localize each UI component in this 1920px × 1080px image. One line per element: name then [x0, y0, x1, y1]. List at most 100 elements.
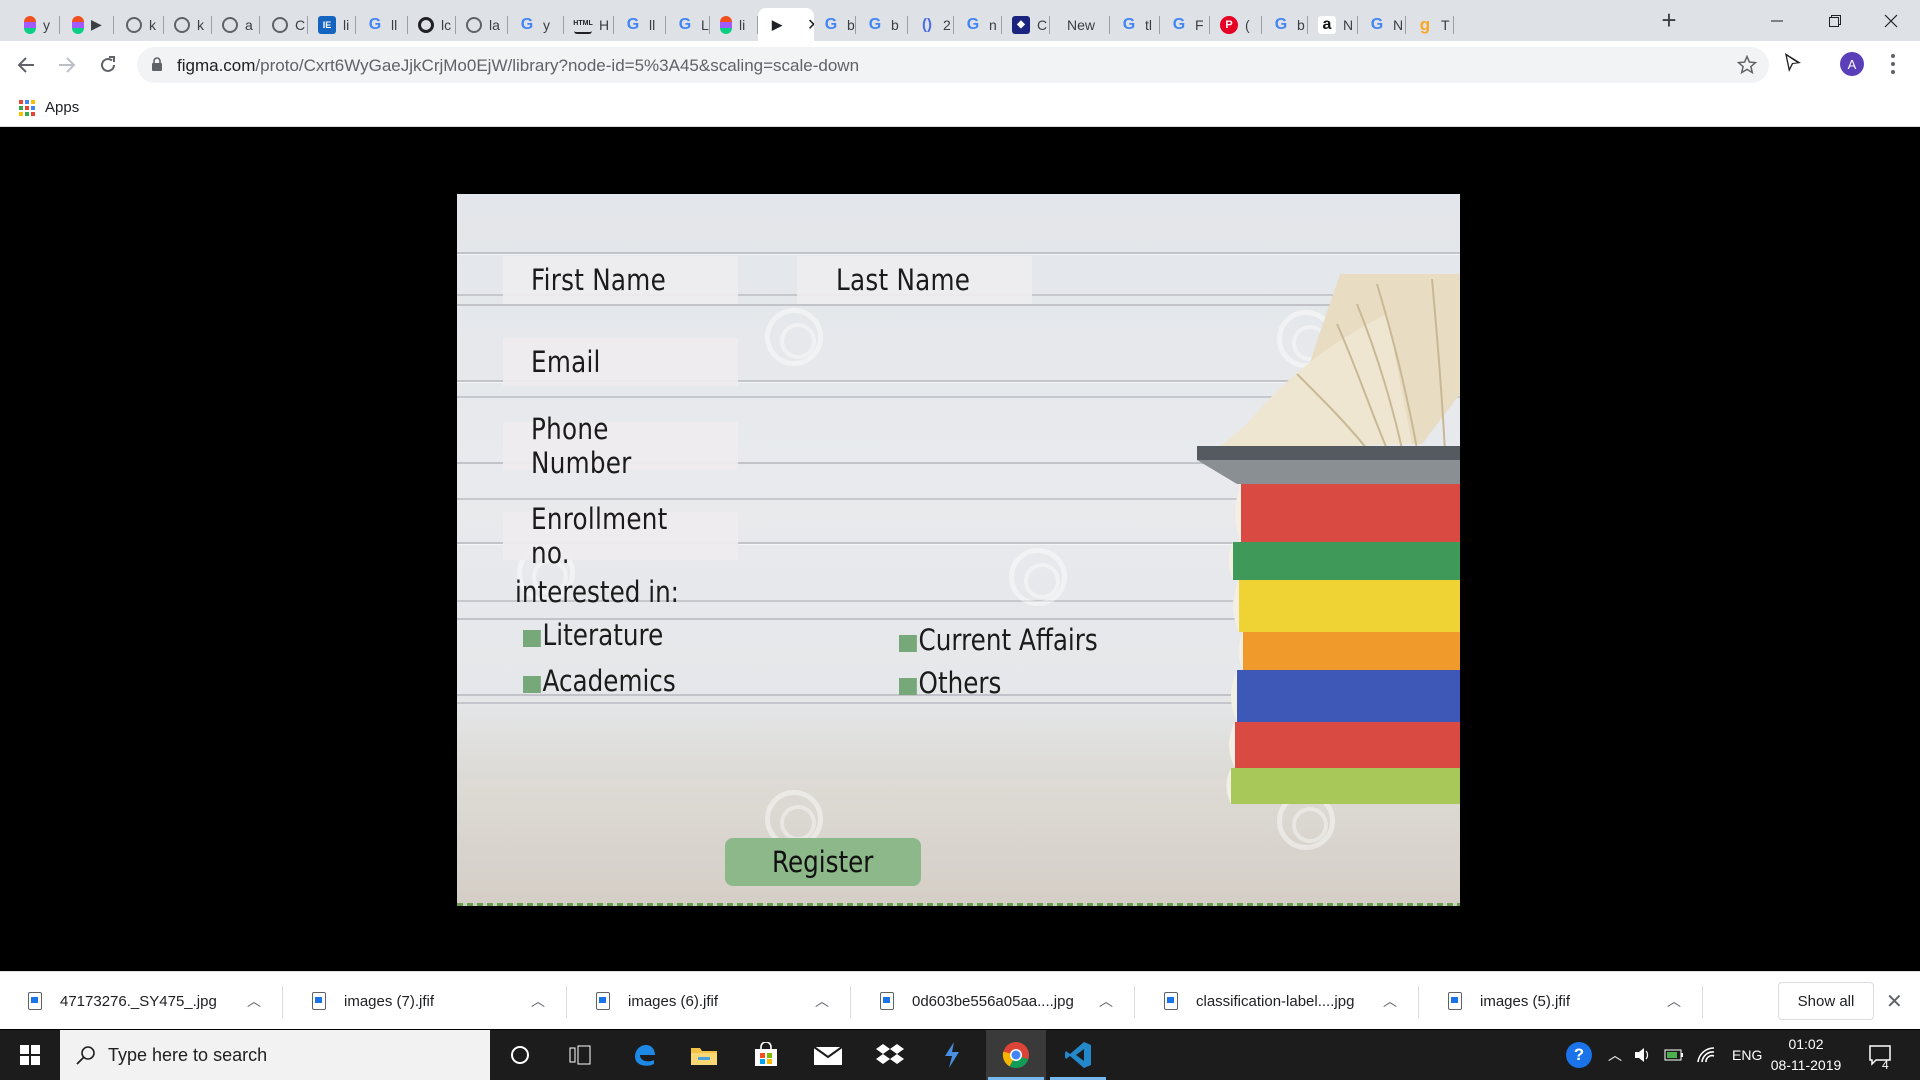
wifi-icon[interactable] — [1696, 1046, 1716, 1064]
browser-tab[interactable]: lc — [408, 8, 456, 41]
phone-number-input[interactable]: Phone Number — [503, 412, 738, 480]
browser-tab[interactable]: aN — [1308, 8, 1358, 41]
enrollment-number-input[interactable]: Enrollment no. — [503, 502, 738, 570]
others-checkbox[interactable]: Others — [899, 666, 1001, 700]
literature-checkbox[interactable]: Literature — [523, 618, 663, 652]
dropbox-taskbar-button[interactable] — [860, 1030, 920, 1080]
registration-frame: First Name Last Name Email Phone Number … — [457, 194, 1460, 906]
chevron-up-icon[interactable]: ︿ — [531, 991, 545, 1011]
back-button[interactable] — [10, 49, 42, 81]
store-taskbar-button[interactable] — [736, 1030, 796, 1080]
tab-title: k — [149, 16, 156, 33]
browser-tab[interactable]: ◆ C — [1002, 8, 1050, 41]
google-icon: G — [368, 15, 382, 33]
browser-tab[interactable]: gT — [1406, 8, 1454, 41]
taskbar-search-box[interactable]: Type here to search — [60, 1030, 490, 1080]
current-affairs-checkbox[interactable]: Current Affairs — [899, 623, 1098, 657]
browser-tab[interactable]: GN — [1358, 8, 1406, 41]
windows-taskbar: Type here to search ? ︿ ENG 01:02 08-11-… — [0, 1030, 1920, 1080]
download-item[interactable]: images (6).jfif ︿ — [568, 972, 851, 1030]
cortana-button[interactable] — [490, 1030, 550, 1080]
browser-tab[interactable]: HTML H — [564, 8, 614, 41]
browser-tab[interactable]: ▶ — [62, 8, 114, 41]
browser-tab[interactable]: a — [212, 8, 260, 41]
tab-title: 2 — [943, 16, 951, 33]
edge-taskbar-button[interactable] — [614, 1030, 674, 1080]
chevron-up-icon[interactable]: ︿ — [247, 991, 261, 1011]
register-button[interactable]: Register — [725, 838, 921, 886]
browser-tab[interactable]: la — [456, 8, 508, 41]
forward-button[interactable] — [51, 49, 83, 81]
browser-tab[interactable]: k — [164, 8, 212, 41]
browser-tab[interactable]: Gn — [954, 8, 1002, 41]
close-shelf-icon[interactable]: ✕ — [1886, 989, 1903, 1014]
file-explorer-taskbar-button[interactable] — [674, 1030, 734, 1080]
browser-tab[interactable]: C — [262, 8, 308, 41]
mail-taskbar-button[interactable] — [798, 1030, 858, 1080]
apps-bookmark[interactable]: Apps — [19, 99, 79, 116]
download-item[interactable]: classification-label....jpg ︿ — [1136, 972, 1419, 1030]
profile-avatar[interactable]: A — [1840, 52, 1864, 76]
show-all-downloads-button[interactable]: Show all — [1778, 982, 1874, 1020]
extension-cursor-icon[interactable] — [1782, 51, 1804, 75]
browser-tab[interactable]: GF — [1160, 8, 1210, 41]
reload-button[interactable] — [92, 49, 124, 81]
last-name-input[interactable]: Last Name — [797, 256, 1032, 304]
chrome-taskbar-button[interactable] — [986, 1030, 1046, 1080]
email-input[interactable]: Email — [503, 338, 738, 386]
vscode-taskbar-button[interactable] — [1048, 1030, 1108, 1080]
download-item[interactable]: 47173276._SY475_.jpg ︿ — [0, 972, 283, 1030]
taskbar-clock[interactable]: 01:02 08-11-2019 — [1756, 1034, 1856, 1076]
chevron-up-icon[interactable]: ︿ — [1383, 991, 1397, 1011]
browser-tab[interactable]: y — [14, 8, 60, 41]
browser-tab[interactable]: P( — [1210, 8, 1262, 41]
browser-tab[interactable]: k — [116, 8, 164, 41]
task-view-button[interactable] — [550, 1030, 610, 1080]
browser-tab[interactable]: IE li — [308, 8, 356, 41]
action-center-button[interactable]: 4 — [1868, 1030, 1892, 1080]
tab-title: F — [1195, 16, 1204, 33]
browser-tab[interactable]: ▶ ✕ — [758, 8, 814, 41]
others-label: Others — [918, 666, 1002, 700]
tab-title: ll — [391, 16, 398, 33]
help-icon[interactable]: ? — [1566, 1042, 1592, 1068]
new-tab-button[interactable]: + — [1657, 7, 1681, 33]
volume-icon[interactable] — [1634, 1047, 1652, 1063]
browser-tab[interactable]: Gb — [856, 8, 908, 41]
close-icon — [1884, 14, 1898, 27]
browser-tab[interactable]: Gb — [812, 8, 856, 41]
restore-button[interactable] — [1806, 0, 1864, 41]
first-name-input[interactable]: First Name — [503, 256, 738, 304]
browser-menu-icon[interactable] — [1888, 52, 1898, 76]
arrow-left-icon — [17, 57, 34, 73]
minimize-button[interactable] — [1748, 0, 1806, 41]
chevron-up-icon[interactable]: ︿ — [1608, 1045, 1622, 1065]
browser-tab[interactable]: Gy — [508, 8, 564, 41]
browser-tab[interactable]: New — [1050, 8, 1110, 41]
browser-tab[interactable]: Gtl — [1110, 8, 1160, 41]
chevron-up-icon[interactable]: ︿ — [815, 991, 829, 1011]
browser-tab[interactable]: li — [710, 8, 758, 41]
download-item[interactable]: 0d603be556a05aa....jpg ︿ — [852, 972, 1135, 1030]
globe-icon — [174, 16, 190, 33]
browser-tab[interactable]: Gb — [1262, 8, 1308, 41]
browser-tab[interactable]: Gll — [356, 8, 408, 41]
browser-tab[interactable]: () 2 — [908, 8, 954, 41]
browser-tab[interactable]: Gll — [614, 8, 666, 41]
academics-checkbox[interactable]: Academics — [523, 664, 676, 698]
battery-icon[interactable] — [1664, 1048, 1684, 1062]
checkbox-square — [523, 675, 541, 693]
vs-taskbar-button[interactable] — [922, 1030, 982, 1080]
tab-title: y — [543, 16, 550, 33]
chevron-up-icon[interactable]: ︿ — [1667, 991, 1681, 1011]
chevron-up-icon[interactable]: ︿ — [1099, 991, 1113, 1011]
html-icon: HTML — [573, 16, 593, 34]
bookmark-star-icon[interactable] — [1737, 55, 1757, 75]
address-bar[interactable]: figma.com/proto/Cxrt6WyGaeJjkCrjMo0EjW/l… — [137, 47, 1769, 83]
globe-icon — [272, 16, 288, 33]
browser-tab[interactable]: GL — [666, 8, 710, 41]
close-window-button[interactable] — [1862, 0, 1920, 41]
start-button[interactable] — [0, 1030, 60, 1080]
download-item[interactable]: images (7).jfif ︿ — [284, 972, 567, 1030]
download-item[interactable]: images (5).jfif ︿ — [1420, 972, 1703, 1030]
